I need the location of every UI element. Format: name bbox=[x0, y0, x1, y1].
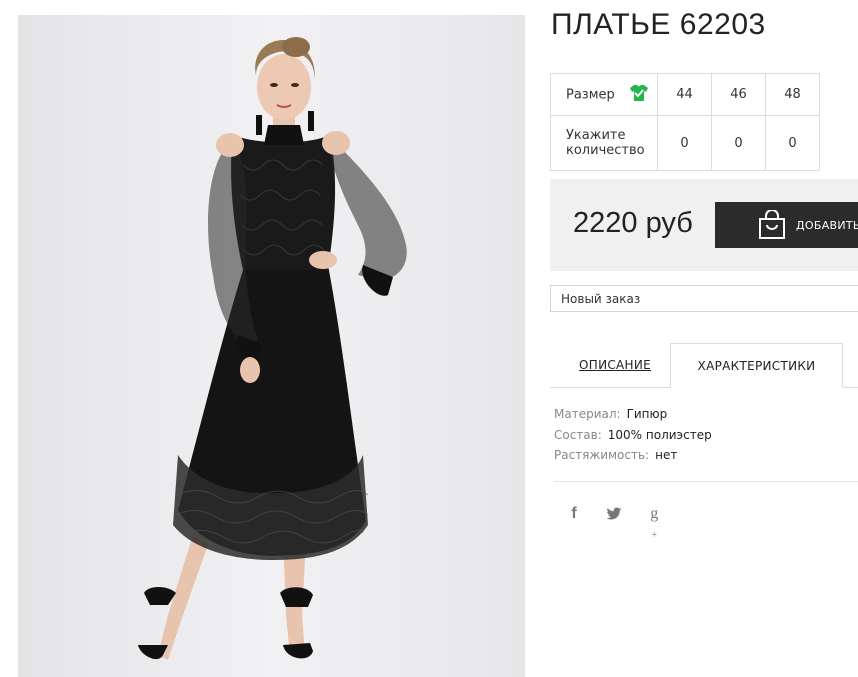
size-option[interactable]: 48 bbox=[765, 73, 820, 116]
price: 2220 руб bbox=[573, 207, 693, 239]
tab-characteristics[interactable]: ХАРАКТЕРИСТИКИ bbox=[670, 343, 843, 388]
quantity-row: Укажите количество 0 0 0 bbox=[550, 115, 820, 171]
quantity-input[interactable]: 0 bbox=[657, 115, 712, 171]
characteristic-value: Гипюр bbox=[626, 407, 668, 421]
quantity-input[interactable]: 0 bbox=[765, 115, 820, 171]
quantity-label-line2: количество bbox=[566, 143, 645, 158]
size-table: Размер 44 46 48 Укажите количество 0 0 0 bbox=[550, 73, 820, 171]
twitter-icon[interactable] bbox=[603, 503, 625, 525]
product-tabs: ОПИСАНИЕ ХАРАКТЕРИСТИКИ bbox=[550, 343, 858, 388]
add-to-cart-button[interactable]: ДОБАВИТЬ bbox=[715, 202, 858, 248]
characteristic-key: Материал: bbox=[554, 407, 621, 421]
order-type-select[interactable]: Новый заказ bbox=[550, 285, 858, 312]
product-title: ПЛАТЬЕ 62203 bbox=[551, 8, 766, 41]
characteristic-row: Материал: Гипюр bbox=[554, 404, 712, 425]
google-plus-letter: g bbox=[650, 505, 659, 523]
quantity-input[interactable]: 0 bbox=[711, 115, 766, 171]
size-option[interactable]: 44 bbox=[657, 73, 712, 116]
characteristic-key: Растяжимость: bbox=[554, 448, 650, 462]
google-plus-sup: + bbox=[651, 530, 657, 542]
tshirt-check-icon[interactable] bbox=[629, 84, 649, 106]
facebook-icon[interactable]: f bbox=[563, 503, 585, 525]
size-row: Размер 44 46 48 bbox=[550, 73, 820, 116]
social-share: f g+ bbox=[563, 503, 678, 541]
divider bbox=[554, 481, 858, 482]
characteristic-row: Растяжимость: нет bbox=[554, 445, 712, 466]
size-label-cell: Размер bbox=[550, 73, 658, 116]
tab-description[interactable]: ОПИСАНИЕ bbox=[579, 358, 651, 372]
size-label: Размер bbox=[566, 87, 615, 102]
characteristic-row: Состав: 100% полиэстер bbox=[554, 425, 712, 446]
product-photo[interactable] bbox=[18, 15, 525, 677]
size-option[interactable]: 46 bbox=[711, 73, 766, 116]
add-to-cart-label: ДОБАВИТЬ bbox=[796, 219, 858, 232]
shopping-bag-icon bbox=[758, 209, 786, 243]
characteristic-value: нет bbox=[655, 448, 678, 462]
dress-model-illustration bbox=[18, 15, 525, 677]
price-box: 2220 руб ДОБАВИТЬ bbox=[550, 179, 858, 271]
quantity-label-cell: Укажите количество bbox=[550, 115, 658, 171]
google-plus-icon[interactable]: g+ bbox=[643, 503, 665, 541]
characteristics-list: Материал: Гипюр Состав: 100% полиэстер Рас… bbox=[554, 404, 712, 466]
characteristic-key: Состав: bbox=[554, 427, 602, 442]
characteristic-value: 100% полиэстер bbox=[607, 427, 712, 442]
quantity-label-line1: Укажите bbox=[566, 128, 626, 143]
